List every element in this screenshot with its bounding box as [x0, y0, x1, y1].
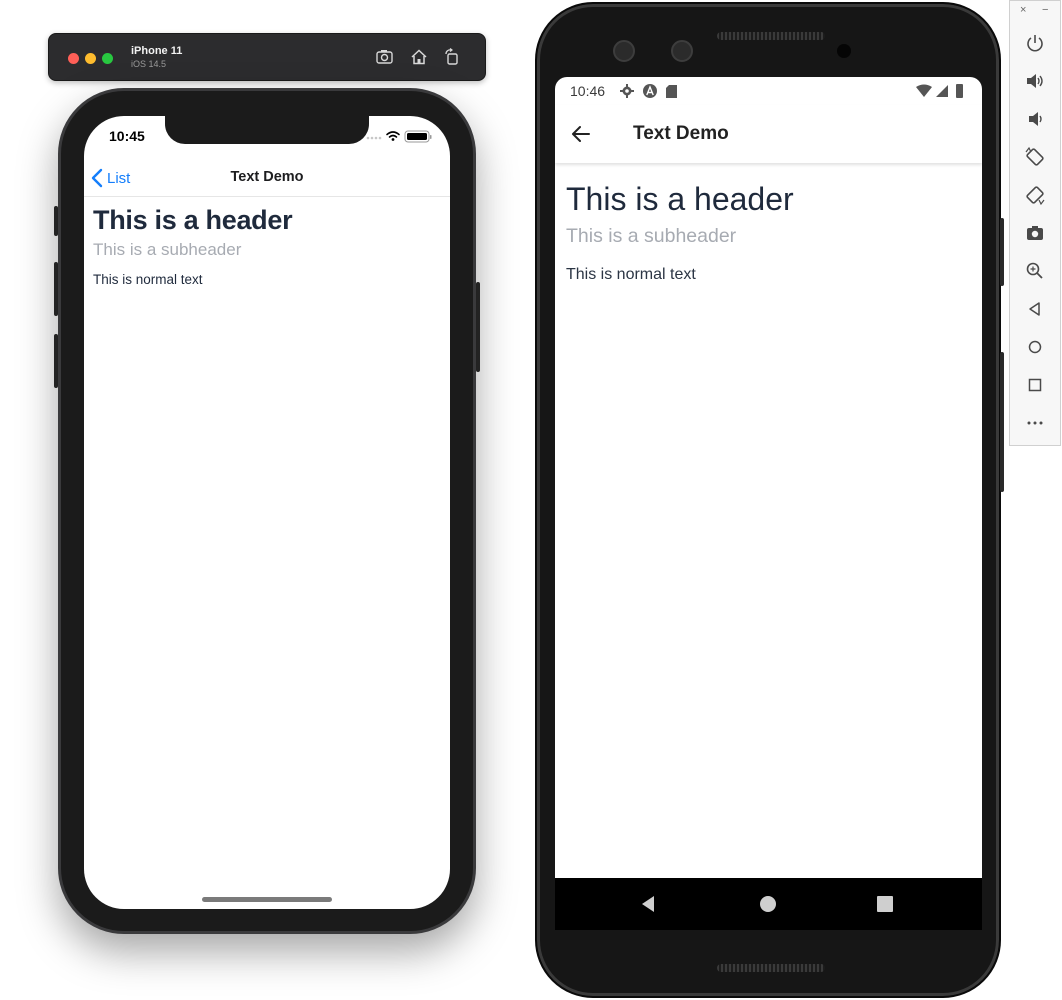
ios-subheader-text: This is a subheader [93, 240, 242, 259]
back-icon[interactable] [1024, 298, 1046, 320]
back-triangle-icon[interactable] [639, 894, 659, 914]
home-icon[interactable] [1024, 336, 1046, 358]
panel-close-button[interactable]: × [1020, 4, 1026, 16]
ios-normal-text: This is normal text [93, 272, 203, 287]
battery-icon [404, 130, 432, 143]
iphone-screen: 10:45 List Text Demo This is a header Th… [84, 116, 450, 909]
ios-nav-title: Text Demo [230, 169, 304, 185]
android-app-bar: Text Demo [555, 105, 982, 163]
ios-status-icons [364, 128, 434, 144]
a-badge-icon [643, 84, 657, 98]
home-icon[interactable] [409, 47, 429, 67]
back-arrow-icon[interactable] [569, 122, 593, 146]
proximity-sensor [837, 44, 851, 58]
rotate-icon[interactable] [442, 47, 462, 67]
overview-icon[interactable] [1024, 374, 1046, 396]
rotate-left-icon[interactable] [1024, 146, 1046, 168]
rotate-right-icon[interactable] [1024, 184, 1046, 206]
battery-icon [956, 84, 963, 98]
zoom-window-button[interactable] [102, 53, 113, 64]
panel-minimize-button[interactable]: − [1042, 4, 1048, 16]
screenshot-icon[interactable] [375, 47, 395, 67]
camera-icon[interactable] [1024, 222, 1046, 244]
android-power-button [1000, 218, 1004, 286]
earpiece-speaker [717, 32, 825, 40]
wifi-dot [391, 138, 395, 141]
home-indicator[interactable] [202, 897, 332, 902]
iphone-side-button [476, 282, 480, 372]
more-icon[interactable] [1024, 412, 1046, 434]
ios-header-text: This is a header [93, 205, 293, 235]
android-nav-bar [555, 878, 982, 930]
android-header-text: This is a header [566, 181, 794, 217]
android-volume-rocker [1000, 352, 1004, 492]
ios-status-time: 10:45 [109, 128, 145, 144]
minimize-window-button[interactable] [85, 53, 96, 64]
android-normal-text: This is normal text [566, 266, 696, 283]
simulator-toolbar: iPhone 11 iOS 14.5 [48, 33, 486, 81]
ios-nav-bar: List Text Demo [84, 160, 450, 197]
emulator-control-panel: × − [1009, 0, 1061, 446]
home-circle-icon[interactable] [758, 894, 778, 914]
android-subheader-text: This is a subheader [566, 225, 737, 247]
wifi-icon [386, 131, 400, 138]
power-icon[interactable] [1024, 32, 1046, 54]
volume-up-icon[interactable] [1024, 70, 1046, 92]
close-window-button[interactable] [68, 53, 79, 64]
settings-icon [620, 84, 634, 98]
device-name: iPhone 11 [131, 45, 183, 57]
zoom-icon[interactable] [1024, 260, 1046, 282]
os-version: iOS 14.5 [131, 59, 167, 69]
sd-card-icon [666, 85, 677, 98]
signal-icon [936, 85, 948, 97]
recents-square-icon[interactable] [875, 894, 895, 914]
front-camera-left [613, 40, 635, 62]
wifi-icon [916, 84, 932, 97]
iphone-notch [165, 116, 369, 144]
volume-down-icon[interactable] [1024, 108, 1046, 130]
android-status-bar: 10:46 [555, 77, 982, 105]
android-status-time: 10:46 [570, 83, 606, 99]
signal-icon [366, 136, 382, 140]
bottom-speaker [717, 964, 825, 972]
front-camera-right [671, 40, 693, 62]
android-screen: 10:46 Text Demo This is a header This is… [555, 77, 982, 930]
android-app-bar-title: Text Demo [633, 123, 729, 144]
